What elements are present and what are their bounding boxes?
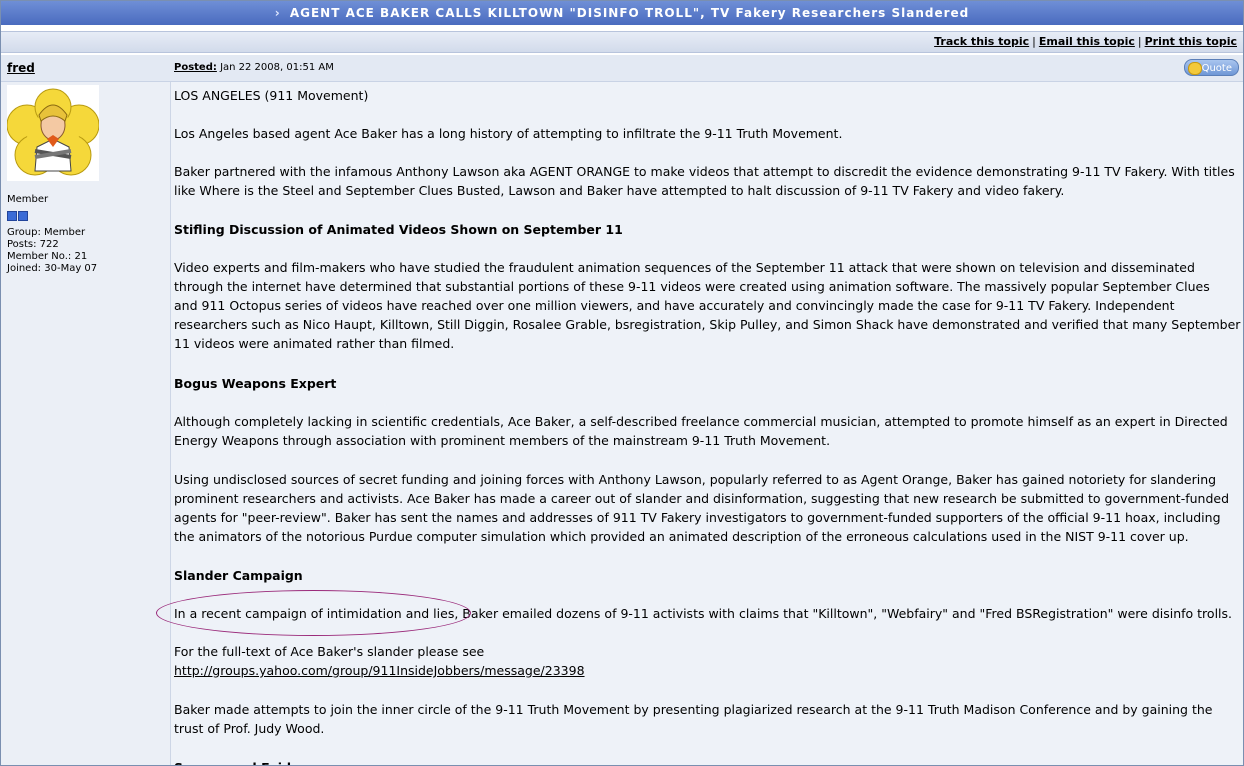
posted-date-value: Jan 22 2008, 01:51 AM [220,62,334,73]
track-topic-link[interactable]: Track this topic [934,35,1029,48]
paragraph: http://groups.yahoo.com/group/911InsideJ… [174,661,1243,680]
post-date: Posted: Jan 22 2008, 01:51 AM [174,62,334,73]
paragraph: 11 videos were animated rather than film… [174,336,455,351]
separator: | [1137,35,1142,48]
rank-pip-icon [7,211,17,221]
rank-pips [7,206,29,225]
user-info-panel: Member Group: Member Posts: 722 Member N… [1,82,171,765]
paragraph: Baker partnered with the infamous Anthon… [174,164,1235,179]
yahoo-groups-link[interactable]: http://groups.yahoo.com/group/911InsideJ… [174,663,585,678]
post-body: LOS ANGELES (911 Movement) Los Angeles b… [171,82,1243,765]
user-joined: Joined: 30-May 07 [7,263,98,274]
paragraph: trust of Prof. Judy Wood. [174,721,325,736]
paragraph: LOS ANGELES (911 Movement) [174,88,369,103]
quote-icon [1188,62,1202,75]
paragraph: researchers such as Nico Haupt, Killtown… [174,317,1241,332]
rank-pip-icon [18,211,28,221]
email-topic-link[interactable]: Email this topic [1039,35,1135,48]
topic-title: AGENT ACE BAKER CALLS KILLTOWN "DISINFO … [289,6,970,20]
user-group: Group: Member [7,227,86,238]
user-member-no: Member No.: 21 [7,251,88,262]
paragraph: Although completely lacking in scientifi… [174,414,1228,429]
posted-label: Posted: [174,62,217,73]
title-arrow-icon: › [274,6,281,20]
quote-button[interactable]: Quote [1184,59,1239,76]
paragraph: Using undisclosed sources of secret fund… [174,472,1217,487]
paragraph: For the full-text of Ace Baker's slander… [174,644,485,659]
post-header: fred Posted: Jan 22 2008, 01:51 AM Quote [1,55,1243,82]
user-posts: Posts: 722 [7,239,59,250]
section-heading: Stifling Discussion of Animated Videos S… [174,222,623,237]
quote-label: Quote [1201,63,1232,74]
paragraph: Baker made attempts to join the inner ci… [174,702,1213,717]
paragraph: Video experts and film-makers who have s… [174,260,1195,275]
user-rank: Member [7,194,49,205]
post-author-link[interactable]: fred [7,61,35,75]
separator: | [1032,35,1036,48]
paragraph: like Where is the Steel and September Cl… [174,183,1065,198]
paragraph: through the internet have determined tha… [174,279,1210,294]
user-stats: Group: Member Posts: 722 Member No.: 21 … [7,227,97,275]
paragraph: agents for "peer-review". Baker has sent… [174,510,1221,525]
paragraph: the animators of the notorious Purdue co… [174,529,1189,544]
forum-window: › AGENT ACE BAKER CALLS KILLTOWN "DISINF… [0,0,1244,766]
user-avatar[interactable] [7,85,99,181]
paragraph: prominent researchers and activists. Ace… [174,491,1230,506]
topic-title-bar: › AGENT ACE BAKER CALLS KILLTOWN "DISINF… [1,1,1243,25]
section-heading: Bogus Weapons Expert [174,376,337,391]
paragraph: Los Angeles based agent Ace Baker has a … [174,126,843,141]
print-topic-link[interactable]: Print this topic [1145,35,1237,48]
topic-links-bar: Track this topic | Email this topic | Print … [1,31,1243,53]
paragraph: In a recent campaign of intimidation and… [174,606,1233,621]
section-heading: Slander Campaign [174,568,303,583]
paragraph: and 911 Octopus series of videos have re… [174,298,1175,313]
paragraph: Energy Weapons through association with … [174,433,831,448]
section-heading: Suppressed Evidence [174,758,1243,765]
